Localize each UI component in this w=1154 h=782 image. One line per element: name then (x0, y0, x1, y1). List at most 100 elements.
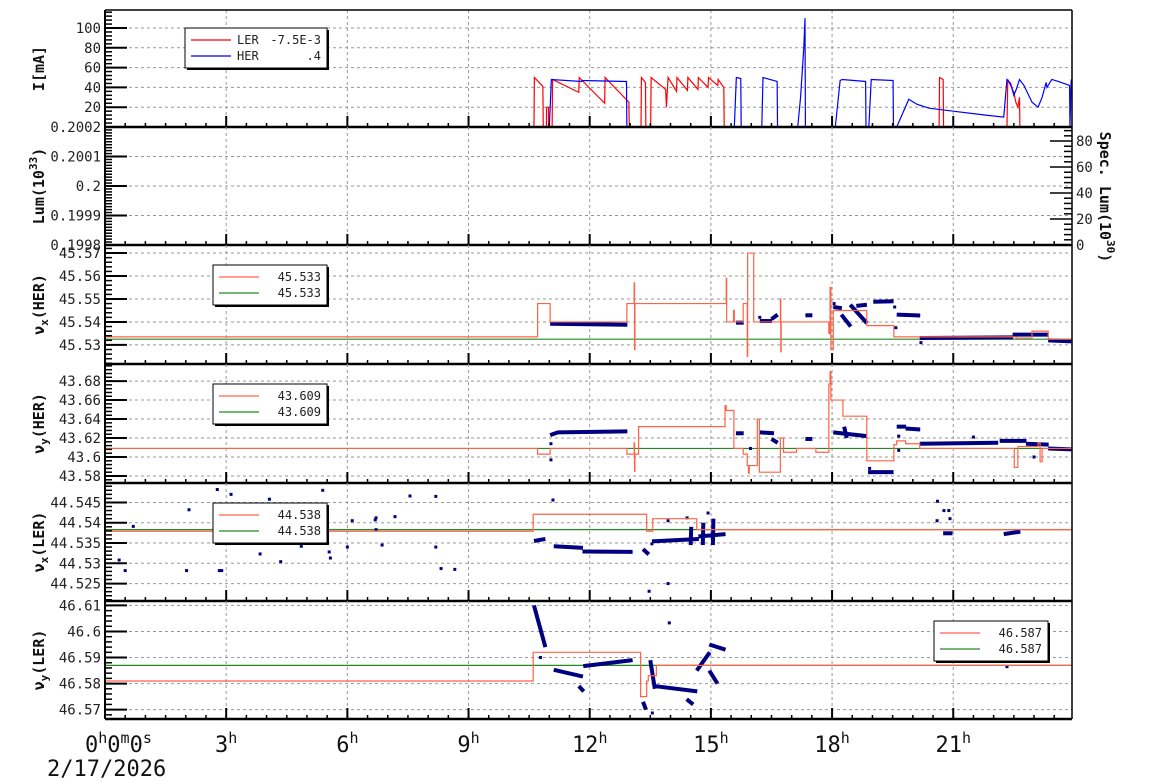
measured-tune-point (345, 545, 349, 549)
measured-tune-band (1048, 338, 1072, 344)
measured-tune-point (434, 545, 438, 549)
y-label-superscript: 33 (27, 157, 40, 170)
legend-nux-her: 45.533 45.533 (212, 264, 329, 307)
y-tick-label: 40 (84, 80, 101, 96)
measured-tune-point (897, 434, 901, 438)
y-tick-label: 45.54 (59, 315, 101, 331)
measured-tune-band (839, 313, 853, 328)
measured-tune-point (258, 552, 262, 556)
measured-tune-band (557, 429, 628, 435)
measured-tune-band (553, 544, 584, 550)
measured-tune-point (666, 582, 670, 586)
measured-tune-band (533, 536, 546, 543)
tune-monitor-chart: 20 40 60 80 100 I[mA] LER -7.5E-3 HER .4 0.1998 0.1… (0, 0, 1154, 782)
right-y-tick-label: 60 (1076, 160, 1093, 176)
measured-tune-point (434, 494, 438, 498)
measured-tune-point (123, 569, 127, 573)
x-tick-unit: s (143, 729, 152, 747)
measured-tune-band (919, 440, 999, 446)
measured-tune-point (647, 589, 651, 593)
y-label-main: ν (30, 326, 48, 335)
right-label-superscript: 30 (1104, 240, 1117, 253)
x-tick-label: 3h (215, 729, 237, 758)
x-tick-number: 18 (814, 733, 841, 758)
measured-tune-point (667, 621, 671, 625)
measured-tune-point (267, 497, 271, 501)
chart-canvas: 20406080100I[mA]LER -7.5E-3HER .40.19980.1… (27, 9, 1117, 782)
x-axis-date-label: 2/17/2026 (47, 757, 166, 782)
legend-value: 45.533 (278, 270, 321, 284)
y-axis-label: Lum(1033) (27, 148, 48, 224)
legend-label: LER (237, 33, 259, 47)
y-tick-label: 100 (76, 21, 101, 37)
x-tick-number: 0 (130, 733, 143, 758)
x-tick-number: 0 (85, 733, 98, 758)
measured-tune-band (688, 526, 694, 546)
series-line-ler (105, 75, 1072, 127)
measured-tune-point (538, 656, 542, 660)
y-tick-label: 43.6 (67, 450, 101, 466)
measured-tune-point (706, 511, 710, 515)
measured-tune-band (641, 547, 651, 556)
measured-tune-point (328, 556, 332, 560)
y-tick-label: 44.535 (50, 536, 101, 552)
x-tick-label: 21h (935, 729, 971, 758)
y-tick-label: 43.66 (59, 393, 101, 409)
measured-tune-point (408, 494, 412, 498)
measured-tune-band (842, 426, 849, 439)
measured-tune-band (905, 426, 921, 432)
measured-tune-point (374, 516, 378, 520)
measured-tune-point (327, 550, 331, 554)
legend-value: 43.609 (278, 389, 321, 403)
legend-value: 45.533 (278, 286, 321, 300)
y-label-tail: ) (30, 148, 48, 157)
measured-tune-band (759, 430, 775, 436)
legend-nuy-ler: 46.587 46.587 (933, 620, 1050, 663)
measured-tune-point (439, 567, 443, 571)
measured-tune-point (453, 567, 457, 571)
right-y-tick-label: 20 (1076, 212, 1093, 228)
y-tick-label: 46.59 (59, 651, 101, 667)
y-axis-label: νy(HER) (30, 393, 51, 454)
y-label-tail: (HER) (30, 274, 48, 319)
measured-tune-point (893, 305, 897, 309)
measured-tune-point (666, 519, 670, 523)
measured-tune-point (942, 509, 946, 513)
measured-tune-point (380, 543, 384, 547)
measured-tune-band (550, 321, 628, 327)
y-tick-label: 43.58 (59, 469, 101, 485)
measured-tune-point (832, 302, 836, 306)
measured-tune-band (577, 684, 586, 693)
right-y-axis-label: Spec. Lum(1030) (1096, 132, 1117, 263)
y-tick-label: 43.62 (59, 431, 101, 447)
measured-tune-band (641, 701, 648, 711)
legend-value: 44.538 (278, 508, 321, 522)
y-label-main: I[mA] (30, 46, 48, 91)
y-label-main: ν (30, 681, 48, 690)
measured-tune-point (279, 560, 283, 564)
measured-tune-band (1025, 441, 1049, 447)
measured-tune-band (708, 642, 727, 652)
measured-tune-band (896, 312, 921, 318)
x-tick-unit: h (598, 729, 607, 747)
x-tick-number: 12 (572, 733, 599, 758)
y-label-tail: (LER) (30, 630, 48, 675)
x-tick-number: 21 (935, 733, 962, 758)
measured-tune-point (868, 466, 872, 470)
y-tick-label: 60 (84, 61, 101, 77)
y-tick-label: 80 (84, 41, 101, 57)
measured-tune-point (935, 519, 939, 523)
measured-tune-point (187, 508, 191, 512)
measured-tune-point (131, 524, 135, 528)
x-tick-label: 15h (693, 729, 729, 758)
panel-nux-her: 45.5345.5445.5545.5645.57νx(HER) 45.53345… (30, 245, 1073, 366)
measured-tune-point (971, 435, 975, 439)
y-label-main: ν (30, 445, 48, 454)
x-tick-number: 0 (107, 733, 120, 758)
measured-tune-band (532, 604, 548, 648)
legend-value: .4 (307, 49, 321, 63)
measured-tune-point (229, 492, 233, 496)
measured-tune-point (758, 315, 762, 319)
y-tick-label: 46.57 (59, 703, 101, 719)
panel-luminosity: 0.19980.19990.20.20010.2002Lum(1033)0204… (27, 120, 1117, 262)
